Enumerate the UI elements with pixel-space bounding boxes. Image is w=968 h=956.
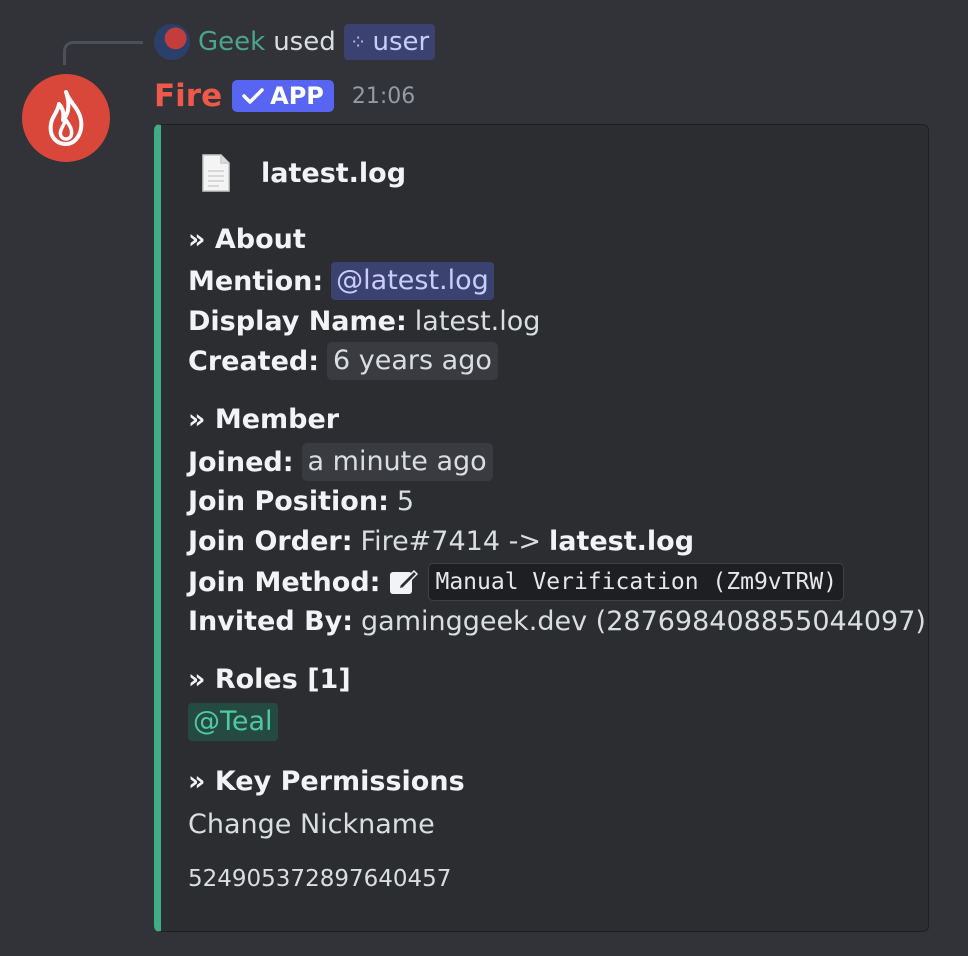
role-mention-teal[interactable]: @Teal [188, 703, 278, 741]
slash-command-pill[interactable]: ⁘ user [343, 24, 436, 60]
joined-row: Joined: a minute ago [188, 442, 493, 482]
roles-row: @Teal [188, 702, 278, 742]
section-permissions-heading: » Key Permissions [188, 765, 465, 797]
section-roles-heading: » Roles [1] [188, 663, 351, 695]
user-info-embed: latest.log » About Mention: @latest.log … [154, 124, 929, 932]
joined-label: Joined: [188, 446, 294, 478]
section-member-heading: » Member [188, 403, 340, 435]
join-order-from: Fire#7414 -> [360, 525, 541, 557]
join-method-label: Join Method: [188, 566, 381, 598]
display-name-label: Display Name: [188, 305, 407, 337]
embed-author-name: latest.log [261, 157, 407, 189]
message-timestamp[interactable]: 21:06 [352, 84, 415, 109]
file-icon [202, 154, 230, 192]
joined-timestamp[interactable]: a minute ago [301, 443, 493, 481]
mention-label: Mention: [188, 265, 324, 297]
app-badge-label: APP [270, 82, 324, 110]
permission-change-nickname: Change Nickname [188, 808, 435, 840]
join-order-label: Join Order: [188, 525, 353, 557]
reply-context: Geek used ⁘ user [154, 24, 436, 60]
invited-by-label: Invited By: [188, 605, 354, 637]
invited-by-value: gaminggeek.dev (287698408855044097) [361, 605, 926, 637]
checkmark-icon [242, 88, 264, 104]
section-about-heading: » About [188, 223, 306, 255]
display-name-row: Display Name: latest.log [188, 301, 540, 341]
slash-command-icon: ⁘ [349, 30, 367, 54]
user-mention[interactable]: @latest.log [331, 262, 494, 300]
join-position-label: Join Position: [188, 485, 389, 517]
fire-icon [48, 90, 84, 146]
invited-by-row: Invited By: gaminggeek.dev (287698408855… [188, 601, 926, 641]
join-position-row: Join Position: 5 [188, 481, 414, 521]
edit-note-icon [390, 569, 419, 594]
display-name-value: latest.log [414, 305, 541, 337]
join-method-code: Manual Verification (Zm9vTRW) [428, 563, 845, 601]
created-timestamp[interactable]: 6 years ago [327, 342, 498, 380]
join-order-to: latest.log [548, 525, 695, 557]
reply-user-avatar[interactable] [154, 24, 190, 60]
created-row: Created: 6 years ago [188, 341, 498, 381]
slash-command-name: user [372, 27, 430, 57]
created-label: Created: [188, 345, 320, 377]
embed-footer-id: 524905372897640457 [188, 866, 452, 892]
join-position-value: 5 [396, 485, 415, 517]
bot-name[interactable]: Fire [154, 78, 222, 114]
join-order-row: Join Order: Fire#7414 -> latest.log [188, 521, 694, 561]
reply-user-name[interactable]: Geek [198, 27, 265, 57]
embed-author: latest.log [201, 151, 406, 195]
app-badge: APP [232, 80, 334, 112]
bot-avatar[interactable] [22, 74, 110, 162]
reply-used-text: used [273, 27, 336, 57]
mention-row: Mention: @latest.log [188, 261, 494, 301]
join-method-row: Join Method: Manual Verification (Zm9vTR… [188, 562, 845, 602]
reply-connector-line [63, 41, 143, 65]
message-header: Fire APP 21:06 [154, 76, 415, 116]
